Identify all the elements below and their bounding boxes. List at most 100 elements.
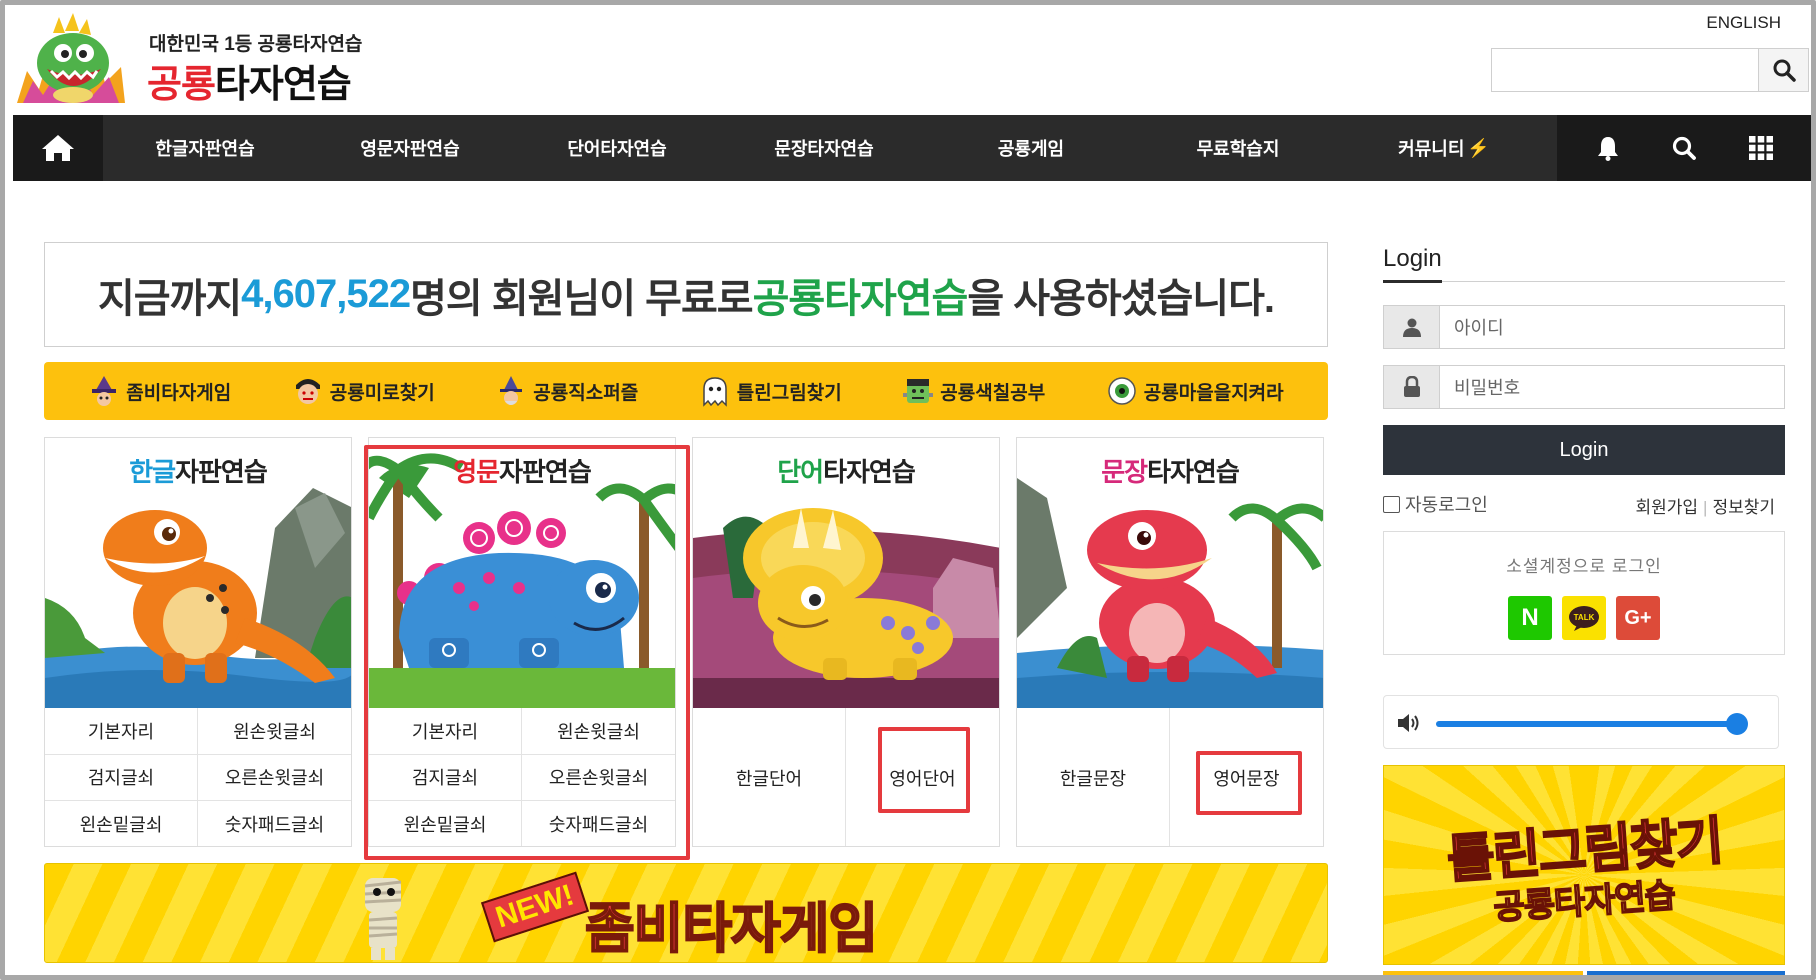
link-english-words[interactable]: 영어단어 (846, 708, 999, 846)
grid-menu-icon[interactable] (1748, 135, 1774, 161)
card-hangul-title: 한글자판연습 (45, 452, 351, 489)
auto-login-label: 자동로그인 (1405, 495, 1488, 515)
bell-icon[interactable] (1596, 135, 1620, 161)
link-hangul-home-row[interactable]: 기본자리 (45, 708, 198, 755)
user-icon-wrap (1384, 306, 1440, 348)
nav-tools (1557, 115, 1811, 181)
card-english-title: 영문자판연습 (369, 452, 675, 489)
dino-mascot-icon[interactable] (13, 11, 129, 111)
logo-tagline: 대한민국 1등 공룡타자연습 (149, 34, 363, 55)
google-login-button[interactable]: G+ (1616, 596, 1660, 640)
login-button[interactable]: Login (1383, 425, 1785, 475)
zombie-banner-title: 좀비타자게임 (584, 884, 879, 962)
nav-community-label: 커뮤니티 (1398, 139, 1465, 159)
card-hangul-links: 기본자리 윈손윗글쇠 검지글쇠 오른손윗글쇠 왼손밑글쇠 숫자패드글쇠 (45, 708, 351, 846)
volume-slider-thumb[interactable] (1725, 713, 1748, 735)
link-korean-words[interactable]: 한글단어 (693, 708, 846, 846)
card-word-typing[interactable]: 단어타자연습 한글단어 영어단어 (692, 437, 1000, 847)
next-banner-left[interactable] (1383, 971, 1583, 975)
kakao-talk-text: TALK (1574, 613, 1595, 622)
card-english-keyboard[interactable]: 영문자판연습 기본자리 윈손윗글쇠 검지글쇠 오른손윗글쇠 윈손밑글쇠 숫자패드… (368, 437, 676, 847)
ghost-icon (703, 377, 727, 407)
member-links: 회원가입 | 정보찾기 (1635, 493, 1775, 518)
lock-icon-wrap (1384, 366, 1440, 408)
find-info-link[interactable]: 정보찾기 (1712, 498, 1775, 517)
kakao-login-button[interactable]: TALK (1562, 596, 1606, 640)
game-dino-puzzle-label: 공룡직소퍼즐 (533, 382, 639, 404)
header-search-button[interactable] (1759, 48, 1809, 92)
link-english-numpad[interactable]: 숫자패드글쇠 (522, 801, 675, 846)
card-sentence-typing[interactable]: 문장타자연습 한글문장 영어문장 (1016, 437, 1324, 847)
link-english-sentences[interactable]: 영어문장 (1170, 708, 1323, 846)
nav-community[interactable]: 커뮤니티 ⚡ (1341, 115, 1547, 181)
nav-sentence-typing[interactable]: 문장타자연습 (721, 115, 927, 181)
nav-search-icon[interactable] (1671, 135, 1697, 161)
social-login-icons: N TALK G+ (1384, 596, 1784, 640)
card-english-links: 기본자리 윈손윗글쇠 검지글쇠 오른손윗글쇠 윈손밑글쇠 숫자패드글쇠 (369, 708, 675, 846)
mummy-icon (364, 878, 402, 960)
game-bar: 좀비타자게임 공룡미로찾기 공룡직소퍼즐 틀린그림찾기 공룡색칠공부 공룡마을을… (44, 362, 1328, 420)
nav-english-keyboard[interactable]: 영문자판연습 (307, 115, 513, 181)
auto-login-checkbox[interactable]: 자동로그인 (1383, 491, 1488, 517)
main-nav: 한글자판연습 영문자판연습 단어타자연습 문장타자연습 공룡게임 무료학습지 커… (13, 115, 1811, 181)
card-sentence-links: 한글문장 영어문장 (1017, 708, 1323, 846)
password-placeholder: 비밀번호 (1454, 378, 1521, 398)
naver-icon: N (1521, 604, 1539, 631)
username-field[interactable]: 아이디 (1383, 305, 1785, 349)
game-zombie-typing[interactable]: 좀비타자게임 (88, 375, 231, 407)
link-english-home-row[interactable]: 기본자리 (369, 708, 522, 755)
speaker-icon[interactable] (1396, 712, 1422, 734)
logo-title[interactable]: 공룡타자연습 (147, 53, 352, 108)
volume-slider[interactable] (1436, 713, 1748, 735)
english-link[interactable]: ENGLISH (1706, 13, 1781, 33)
eyeball-icon (1108, 377, 1136, 405)
link-english-left-upper[interactable]: 윈손윗글쇠 (522, 708, 675, 755)
naver-login-button[interactable]: N (1508, 596, 1552, 640)
auto-login-check-box[interactable] (1383, 495, 1400, 513)
zombie-banner-title-red: 좀비 (584, 898, 684, 960)
nav-free-worksheets[interactable]: 무료학습지 (1135, 115, 1341, 181)
game-spot-difference[interactable]: 틀린그림찾기 (699, 375, 842, 407)
game-dino-coloring[interactable]: 공룡색칠공부 (902, 375, 1045, 407)
game-defend-village[interactable]: 공룡마을을지켜라 (1106, 375, 1284, 407)
nav-dino-game[interactable]: 공룡게임 (927, 115, 1135, 181)
page-frame: 대한민국 1등 공룡타자연습 공룡타자연습 ENGLISH 한글자판연습 영문자… (0, 0, 1816, 980)
lightning-icon: ⚡ (1467, 137, 1490, 158)
game-dino-puzzle[interactable]: 공룡직소퍼즐 (495, 375, 638, 407)
home-button[interactable] (13, 115, 103, 181)
home-icon (42, 135, 74, 161)
card-hangul-keyboard[interactable]: 한글자판연습 기본자리 윈손윗글쇠 검지글쇠 오른손윗글쇠 왼손밑글쇠 숫자패드… (44, 437, 352, 847)
password-field[interactable]: 비밀번호 (1383, 365, 1785, 409)
card-sentence-title-rest: 타자연습 (1147, 457, 1240, 487)
link-hangul-numpad[interactable]: 숫자패드글쇠 (198, 801, 351, 846)
card-word-title: 단어타자연습 (693, 452, 999, 489)
wizard-icon (500, 376, 523, 405)
card-word-title-hl: 단어 (777, 457, 824, 487)
social-login-box: 소셜계정으로 로그인 N TALK G+ (1383, 531, 1785, 655)
zombie-game-banner[interactable]: NEW! 좀비타자게임 (44, 863, 1328, 963)
game-dino-coloring-label: 공룡색칠공부 (940, 382, 1046, 404)
card-sentence-title: 문장타자연습 (1017, 452, 1323, 489)
spot-difference-banner[interactable]: 틀린그림찾기 공룡타자연습 (1383, 765, 1785, 965)
signup-link[interactable]: 회원가입 (1635, 498, 1698, 517)
nav-hangul-keyboard[interactable]: 한글자판연습 (103, 115, 307, 181)
link-english-index[interactable]: 검지글쇠 (369, 754, 522, 802)
link-korean-sentences[interactable]: 한글문장 (1017, 708, 1170, 846)
link-english-right-upper[interactable]: 오른손윗글쇠 (522, 755, 675, 802)
link-hangul-right-upper[interactable]: 오른손윗글쇠 (198, 755, 351, 802)
link-hangul-index[interactable]: 검지글쇠 (45, 754, 198, 802)
game-zombie-typing-label: 좀비타자게임 (126, 382, 232, 404)
link-hangul-left-lower[interactable]: 왼손밑글쇠 (45, 801, 198, 846)
witch-hat-icon (92, 376, 117, 406)
kakao-talk-icon: TALK (1569, 606, 1599, 631)
zombie-banner-title-rest: 타자게임 (681, 898, 879, 960)
link-english-left-lower[interactable]: 윈손밑글쇠 (369, 801, 522, 846)
next-banner-right[interactable] (1587, 971, 1785, 975)
volume-slider-fill (1436, 721, 1737, 727)
game-dino-maze[interactable]: 공룡미로찾기 (292, 375, 435, 407)
header-search-input[interactable] (1491, 48, 1759, 92)
link-hangul-left-upper[interactable]: 윈손윗글쇠 (198, 708, 351, 755)
nav-word-typing[interactable]: 단어타자연습 (513, 115, 721, 181)
card-hangul-title-hl: 한글 (129, 457, 176, 487)
nav-menu: 한글자판연습 영문자판연습 단어타자연습 문장타자연습 공룡게임 무료학습지 커… (103, 115, 1557, 181)
